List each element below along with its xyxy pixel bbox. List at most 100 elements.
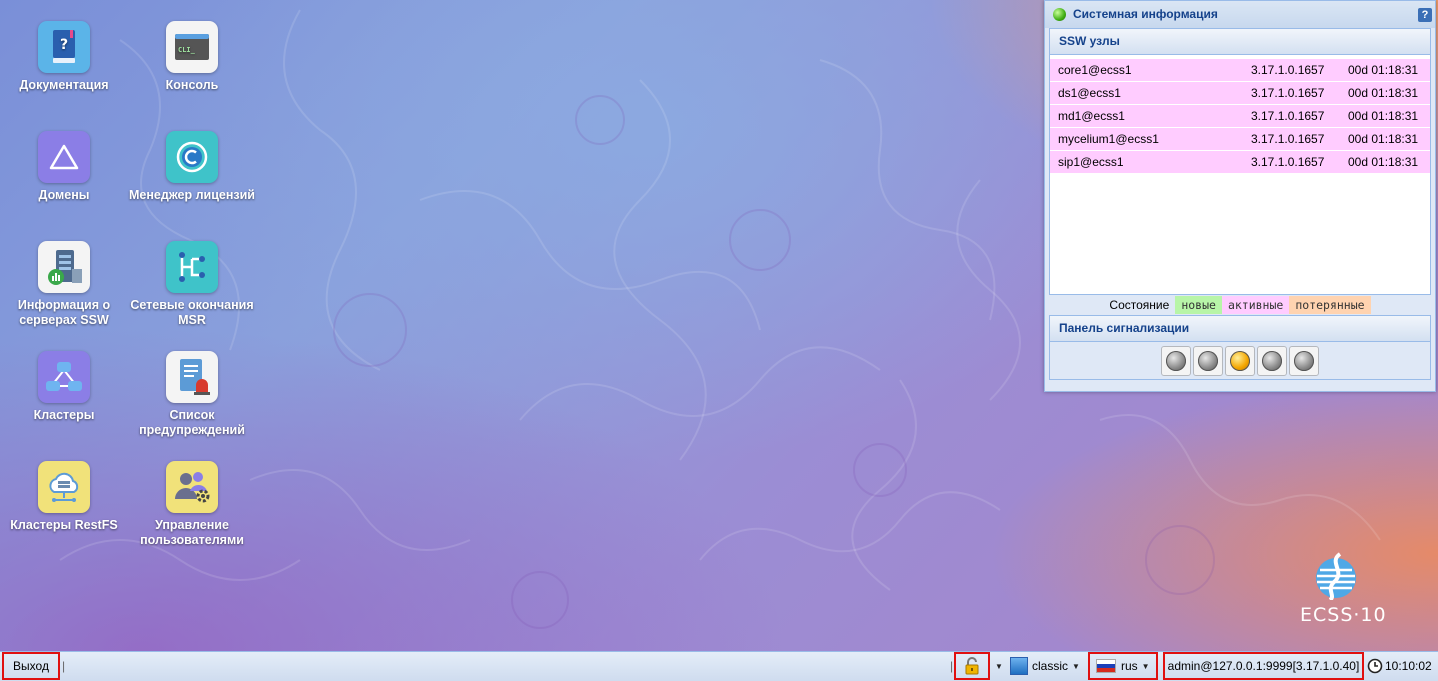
language-label: rus bbox=[1121, 659, 1138, 673]
connection-info[interactable]: admin@127.0.0.1:9999[3.17.1.0.40] bbox=[1163, 652, 1364, 680]
cli-console-icon: CLI_ bbox=[166, 21, 218, 73]
desktop-icon-label: Информация о серверах SSW bbox=[17, 298, 111, 327]
ssw-nodes-list: core1@ecss1 3.17.1.0.1657 00d 01:18:31 d… bbox=[1049, 55, 1431, 295]
clock-icon bbox=[1367, 658, 1383, 674]
node-uptime: 00d 01:18:31 bbox=[1348, 86, 1419, 100]
lamp-icon bbox=[1198, 350, 1218, 371]
language-selector[interactable]: rus ▼ bbox=[1088, 652, 1158, 680]
russian-flag-icon bbox=[1096, 659, 1116, 673]
node-name: ds1@ecss1 bbox=[1058, 86, 1121, 100]
unlock-icon bbox=[965, 657, 979, 675]
alarm-lamp-1[interactable] bbox=[1161, 345, 1191, 376]
svg-text:?: ? bbox=[60, 37, 68, 53]
logout-button[interactable]: Выход bbox=[2, 652, 60, 680]
desktop-icon-docs[interactable]: ? Документация bbox=[0, 21, 128, 93]
users-gear-icon bbox=[166, 461, 218, 513]
alarm-lamp-4[interactable] bbox=[1257, 345, 1287, 376]
ssw-nodes-header: SSW узлы bbox=[1049, 28, 1431, 55]
alarm-list-icon bbox=[166, 351, 218, 403]
node-version: 3.17.1.0.1657 bbox=[1251, 155, 1325, 169]
node-name: core1@ecss1 bbox=[1058, 63, 1132, 77]
chevron-down-icon: ▼ bbox=[1072, 661, 1080, 671]
ecss-logo-mark bbox=[1316, 552, 1356, 602]
ecss-logo: ECSS·10 bbox=[1300, 552, 1387, 630]
server-stats-icon bbox=[38, 241, 90, 293]
desktop-icon-alerts[interactable]: Список предупреждений bbox=[128, 351, 256, 438]
desktop-icon-serverinfo[interactable]: Информация о серверах SSW bbox=[0, 241, 128, 328]
node-row[interactable]: core1@ecss1 3.17.1.0.1657 00d 01:18:31 bbox=[1050, 59, 1430, 81]
node-version: 3.17.1.0.1657 bbox=[1251, 86, 1325, 100]
copyright-icon bbox=[166, 131, 218, 183]
help-icon[interactable]: ? bbox=[1418, 8, 1432, 22]
node-row[interactable]: mycelium1@ecss1 3.17.1.0.1657 00d 01:18:… bbox=[1050, 128, 1430, 150]
svg-text:CLI_: CLI_ bbox=[178, 46, 196, 54]
system-info-title: Системная информация bbox=[1073, 7, 1218, 21]
node-uptime: 00d 01:18:31 bbox=[1348, 155, 1419, 169]
state-legend: Состояние новые активные потерянные bbox=[1049, 295, 1431, 315]
node-version: 3.17.1.0.1657 bbox=[1251, 132, 1325, 146]
desktop-icon-label: Кластеры RestFS bbox=[10, 518, 118, 532]
desktop-icon-clusters[interactable]: Кластеры bbox=[0, 351, 128, 423]
clock-time: 10:10:02 bbox=[1385, 659, 1432, 673]
theme-label: classic bbox=[1032, 659, 1069, 673]
alarm-lamp-5[interactable] bbox=[1289, 345, 1319, 376]
cloud-storage-icon bbox=[38, 461, 90, 513]
desktop: ? Документация CLI_ Консоль Домены Менед… bbox=[0, 0, 1438, 651]
desktop-icon-label: Менеджер лицензий bbox=[129, 188, 255, 202]
taskbar-separator: | bbox=[950, 659, 954, 673]
lamp-icon bbox=[1230, 350, 1250, 371]
alarm-lamp-3[interactable] bbox=[1225, 345, 1255, 376]
node-uptime: 00d 01:18:31 bbox=[1348, 109, 1419, 123]
theme-selector[interactable]: classic ▼ bbox=[1010, 652, 1080, 680]
system-info-titlebar[interactable]: Системная информация ? bbox=[1045, 1, 1435, 28]
desktop-icon-label: Домены bbox=[38, 188, 90, 202]
desktop-icon-msr[interactable]: Сетевые окончания MSR bbox=[128, 241, 256, 328]
theme-icon bbox=[1010, 657, 1028, 675]
desktop-icon-users[interactable]: Управление пользователями bbox=[128, 461, 256, 548]
taskbar: Выход | | ▼ classic ▼ rus ▼ admin@127.0.… bbox=[0, 651, 1438, 681]
taskbar-separator: | bbox=[62, 659, 66, 673]
node-row[interactable]: sip1@ecss1 3.17.1.0.1657 00d 01:18:31 bbox=[1050, 151, 1430, 173]
clock: 10:10:02 bbox=[1367, 652, 1432, 680]
node-version: 3.17.1.0.1657 bbox=[1251, 109, 1325, 123]
connection-label: admin@127.0.0.1:9999[3.17.1.0.40] bbox=[1167, 659, 1360, 673]
status-led-icon bbox=[1053, 8, 1066, 21]
chevron-down-icon: ▼ bbox=[1141, 661, 1150, 671]
state-lost-badge: потерянные bbox=[1289, 296, 1371, 314]
desktop-icon-console[interactable]: CLI_ Консоль bbox=[128, 21, 256, 93]
node-name: sip1@ecss1 bbox=[1058, 155, 1124, 169]
network-endpoints-icon bbox=[166, 241, 218, 293]
desktop-icon-label: Список предупреждений bbox=[139, 408, 245, 437]
desktop-icon-label: Кластеры bbox=[33, 408, 95, 422]
triangle-icon bbox=[38, 131, 90, 183]
desktop-icon-restfs[interactable]: Кластеры RestFS bbox=[0, 461, 128, 533]
logout-label: Выход bbox=[13, 659, 49, 673]
system-info-window[interactable]: Системная информация ? SSW узлы core1@ec… bbox=[1044, 0, 1436, 392]
node-row[interactable]: md1@ecss1 3.17.1.0.1657 00d 01:18:31 bbox=[1050, 105, 1430, 127]
state-active-badge: активные bbox=[1221, 296, 1290, 314]
desktop-icon-license[interactable]: Менеджер лицензий bbox=[128, 131, 256, 203]
alarm-lamp-2[interactable] bbox=[1193, 345, 1223, 376]
desktop-icon-label: Документация bbox=[19, 78, 109, 92]
node-version: 3.17.1.0.1657 bbox=[1251, 63, 1325, 77]
alarm-panel bbox=[1049, 342, 1431, 380]
ecss-logo-text: ECSS·10 bbox=[1300, 604, 1387, 626]
state-legend-label: Состояние bbox=[1109, 298, 1170, 312]
chevron-down-icon: ▼ bbox=[995, 661, 1003, 671]
node-uptime: 00d 01:18:31 bbox=[1348, 63, 1419, 77]
lamp-icon bbox=[1262, 350, 1282, 371]
lamp-icon bbox=[1166, 350, 1186, 371]
desktop-icon-domains[interactable]: Домены bbox=[0, 131, 128, 203]
lock-button[interactable] bbox=[954, 652, 990, 680]
cluster-icon bbox=[38, 351, 90, 403]
desktop-icon-label: Управление пользователями bbox=[140, 518, 244, 547]
desktop-icon-label: Консоль bbox=[165, 78, 219, 92]
lamp-icon bbox=[1294, 350, 1314, 371]
node-name: md1@ecss1 bbox=[1058, 109, 1125, 123]
alarm-panel-header: Панель сигнализации bbox=[1049, 315, 1431, 342]
node-name: mycelium1@ecss1 bbox=[1058, 132, 1159, 146]
book-help-icon: ? bbox=[38, 21, 90, 73]
node-row[interactable]: ds1@ecss1 3.17.1.0.1657 00d 01:18:31 bbox=[1050, 82, 1430, 104]
lock-dropdown-arrow[interactable]: ▼ bbox=[991, 652, 1003, 680]
state-new-badge: новые bbox=[1175, 296, 1222, 314]
